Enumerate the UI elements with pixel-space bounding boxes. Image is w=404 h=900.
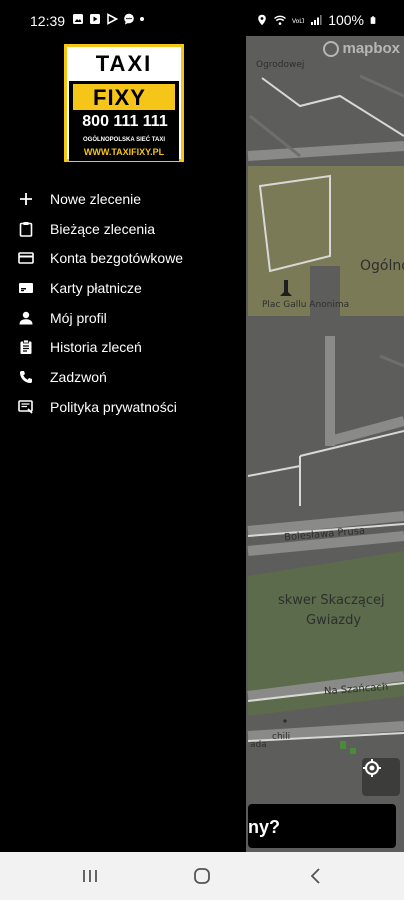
clipboard-icon [18,221,34,237]
battery-icon [370,16,376,24]
signal-icon [311,15,322,25]
status-time: 12:39 [30,13,66,29]
video-icon [90,14,100,24]
svg-text:VoLTE: VoLTE [292,18,304,25]
more-notifications-icon [140,17,144,21]
phone-icon [18,369,34,385]
menu-item-label: Nowe zlecenie [50,190,142,207]
menu-item-my-profile[interactable]: Mój profil [0,303,246,333]
location-icon [258,14,266,26]
menu-item-label: Zadzwoń [50,368,107,385]
card-icon [18,250,34,266]
back-icon [310,868,320,884]
menu-item-current-orders[interactable]: Bieżące zlecenia [0,214,246,244]
menu-item-new-order[interactable]: Nowe zlecenie [0,184,246,214]
crosshair-icon [363,759,381,777]
message-icon [124,13,134,25]
map-label-monument: Plac Gallu Anonima [262,300,350,310]
drawer-menu: Nowe zlecenie Bieżące zlecenia Konta bez… [0,184,246,422]
person-icon [18,310,34,326]
play-icon [107,13,118,25]
order-prompt-text: ny? [248,817,281,837]
menu-item-cashless-accounts[interactable]: Konta bezgotówkowe [0,243,246,273]
menu-item-privacy-policy[interactable]: Polityka prywatności [0,392,246,422]
menu-item-call[interactable]: Zadzwoń [0,362,246,392]
status-bar: 12:39 VoLTE 100% [0,0,404,36]
logo-website: WWW.TAXIFIXY.PL [83,147,165,157]
navigation-drawer: TAXI FIXY 800 111 111 OGÓLNOPOLSKA SIEĆ … [0,36,246,852]
home-button[interactable] [192,866,212,886]
order-prompt-panel[interactable]: ny? [248,804,396,848]
mapbox-attribution[interactable]: mapbox [323,40,400,57]
menu-item-label: Polityka prywatności [50,398,177,415]
menu-item-payment-cards[interactable]: Karty płatnicze [0,273,246,303]
recent-apps-button[interactable] [80,866,100,886]
volte-icon: VoLTE [292,18,304,25]
menu-item-label: Karty płatnicze [50,279,142,296]
logo-tagline: OGÓLNOPOLSKA SIEĆ TAXI [82,137,165,143]
map-label-district: Ogólno [360,258,404,274]
system-icons: VoLTE 100% [256,12,378,28]
menu-item-order-history[interactable]: Historia zleceń [0,332,246,362]
wifi-icon [274,15,287,25]
payment-card-icon [18,280,34,296]
menu-item-label: Bieżące zlecenia [50,220,156,237]
notification-icons [72,13,144,25]
locate-me-button[interactable] [362,758,400,796]
system-navigation-bar [0,852,404,900]
menu-item-label: Historia zleceń [50,339,142,356]
menu-item-label: Mój profil [50,309,107,326]
logo-brand-box: FIXY [73,84,175,110]
map-label-street: Ogrodowej [256,60,305,70]
home-icon [194,868,210,884]
history-icon [18,339,34,355]
logo-panel: FIXY 800 111 111 OGÓLNOPOLSKA SIEĆ TAXI … [69,81,179,161]
logo-brand: FIXY [93,85,146,110]
photo-icon [73,14,83,24]
policy-icon [18,399,34,415]
battery-percent: 100% [328,12,364,28]
logo-phone: 800 111 111 [82,113,168,130]
logo-title: TAXI [95,51,153,76]
map-label-ada: ada [250,740,267,750]
plus-icon [18,191,34,207]
taxi-fixy-logo: TAXI FIXY 800 111 111 OGÓLNOPOLSKA SIEĆ … [64,44,184,162]
back-button[interactable] [306,866,326,886]
map-label-park-1: skwer Skaczącej [278,593,385,608]
mapbox-logo-icon [323,40,340,57]
map-label-chili: chili [272,732,291,742]
map-label-park-2: Gwiazdy [306,613,362,628]
menu-item-label: Konta bezgotówkowe [50,250,184,267]
recent-apps-icon [83,870,97,882]
